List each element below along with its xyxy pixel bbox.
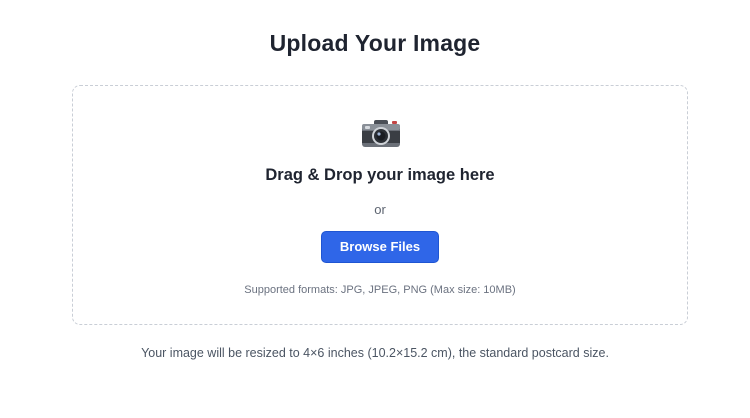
upload-page: Upload Your Image Drag & Drop your image… bbox=[0, 0, 750, 418]
camera-icon bbox=[361, 118, 401, 148]
supported-formats-text: Supported formats: JPG, JPEG, PNG (Max s… bbox=[244, 284, 516, 296]
drop-zone-heading: Drag & Drop your image here bbox=[265, 166, 495, 184]
separator-text: or bbox=[374, 202, 386, 217]
resize-note: Your image will be resized to 4×6 inches… bbox=[141, 346, 609, 360]
page-title: Upload Your Image bbox=[269, 30, 481, 56]
drop-zone[interactable]: Drag & Drop your image here or Browse Fi… bbox=[72, 85, 688, 325]
browse-files-button[interactable]: Browse Files bbox=[321, 231, 439, 263]
